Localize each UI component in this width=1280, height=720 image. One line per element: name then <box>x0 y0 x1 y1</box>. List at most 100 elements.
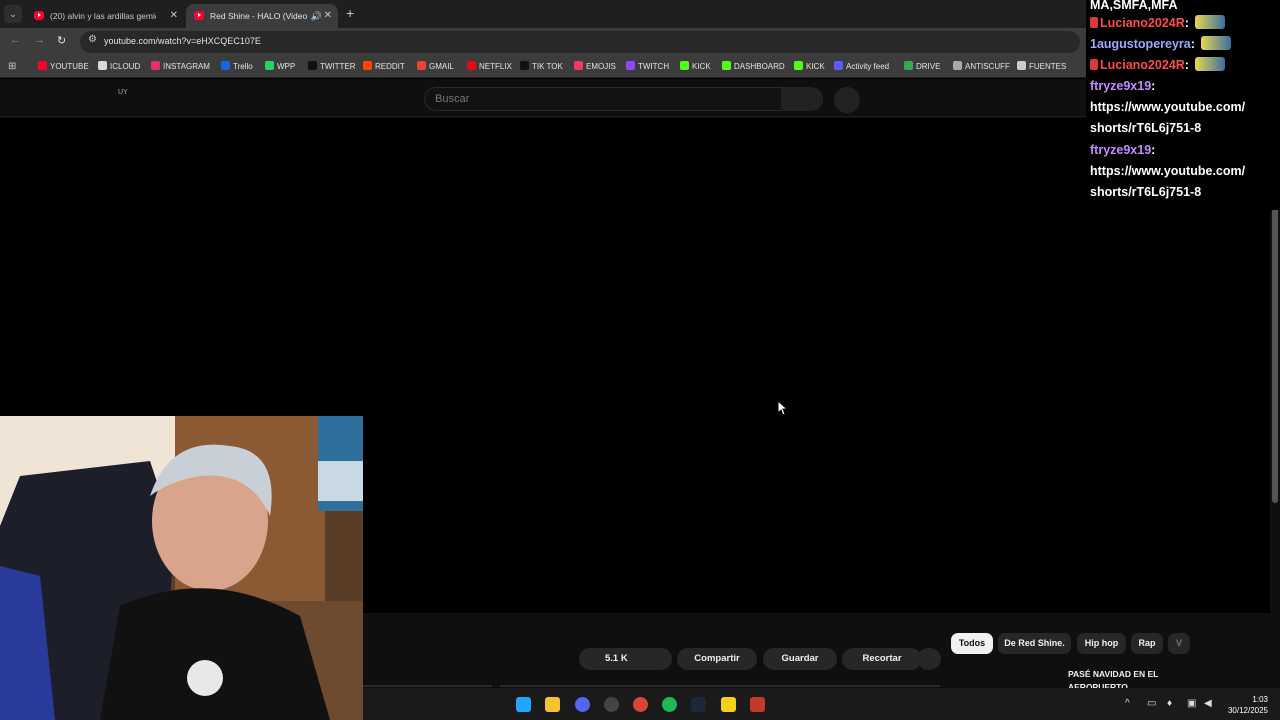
voice-search-button[interactable] <box>834 87 860 113</box>
chat-message-text: shorts/rT6L6j751-8 <box>1090 185 1202 199</box>
chat-message-text: https://www.youtube.com/ <box>1090 164 1246 178</box>
icloud-icon <box>98 61 107 70</box>
chip-more[interactable]: V <box>1168 633 1190 654</box>
bookmark-tik-tok[interactable]: TIK TOK <box>520 60 563 74</box>
bookmark-label: WPP <box>277 62 296 71</box>
windows-taskbar: ^ ▭ ♦ ▣ ◀ 1:03 30/12/2025 <box>363 688 1280 720</box>
country-code: UY <box>118 89 128 96</box>
chat-line: Luciano2024R: <box>1090 57 1225 73</box>
steam-icon[interactable] <box>691 697 706 712</box>
chat-emote-icon <box>1194 57 1225 71</box>
tray-chevron-icon[interactable]: ^ <box>1125 698 1130 709</box>
kick-icon <box>794 61 803 70</box>
tiktok-icon <box>520 61 529 70</box>
chip-rap[interactable]: Rap <box>1131 633 1163 654</box>
youtube-icon <box>38 61 47 70</box>
twitch-icon <box>626 61 635 70</box>
microphone-icon[interactable]: ♦ <box>1167 698 1172 709</box>
new-tab-plus-icon[interactable]: + <box>346 5 354 21</box>
bookmark-trello[interactable]: Trello <box>221 60 253 74</box>
volume-icon[interactable]: ◀ <box>1204 698 1212 709</box>
bookmark-antiscuff[interactable]: ANTISCUFF <box>953 60 1010 74</box>
bookmark-label: TWITTER <box>320 62 356 71</box>
url-text[interactable]: youtube.com/watch?v=eHXCQEC107E <box>104 36 261 46</box>
forward-arrow-icon[interactable]: → <box>34 34 45 46</box>
save-button[interactable]: Guardar <box>763 648 837 670</box>
scrollbar-thumb[interactable] <box>1272 203 1278 503</box>
bookmark-label: REDDIT <box>375 62 405 71</box>
whatsapp-icon <box>265 61 274 70</box>
chip-todos[interactable]: Todos <box>951 633 993 654</box>
search-box[interactable] <box>424 87 782 111</box>
more-actions-button[interactable] <box>917 648 941 670</box>
bookmark-kick[interactable]: KICK <box>794 60 825 74</box>
tab-red-shine[interactable]: Red Shine - HALO (Video O 🔊 ✕ <box>186 4 338 28</box>
file-explorer-icon[interactable] <box>545 697 560 712</box>
globe-icon <box>1017 61 1026 70</box>
bookmark-emojis[interactable]: EMOJIS <box>574 60 616 74</box>
tab-search-button[interactable]: ⌄ <box>4 5 22 23</box>
share-button[interactable]: Compartir <box>677 648 757 670</box>
site-info-icon[interactable]: ⚙ <box>88 34 97 45</box>
flag-icon[interactable]: ▭ <box>1147 698 1156 709</box>
back-arrow-icon[interactable]: ← <box>10 34 21 46</box>
clip-label: Recortar <box>862 653 902 664</box>
bookmark-gmail[interactable]: GMAIL <box>417 60 454 74</box>
bookmark-label: FUENTES <box>1029 62 1067 71</box>
bookmark-icloud[interactable]: ICLOUD <box>98 60 140 74</box>
discord-icon[interactable] <box>575 697 590 712</box>
bookmark-label: EMOJIS <box>586 62 616 71</box>
chat-message: ftryze9x19: https://www.youtube.com/ sho… <box>1090 143 1246 199</box>
chip-hip-hop[interactable]: Hip hop <box>1077 633 1126 654</box>
apps-grid-icon[interactable]: ⊞ <box>8 61 16 72</box>
sticky-notes-icon[interactable] <box>721 697 736 712</box>
bookmark-label: NETFLIX <box>479 62 512 71</box>
system-clock[interactable]: 1:03 30/12/2025 <box>1228 694 1268 716</box>
reload-icon[interactable]: ↻ <box>57 34 66 47</box>
chat-emote-icon <box>1194 15 1225 29</box>
youtube-favicon-icon <box>34 11 44 20</box>
reddit-icon <box>363 61 372 70</box>
speaker-icon[interactable]: 🔊 <box>311 4 322 28</box>
tab-alvin[interactable]: (20) alvin y las ardillas gemidos ✕ <box>26 4 184 28</box>
like-button[interactable]: 5.1 K <box>579 648 672 670</box>
kick-icon <box>722 61 731 70</box>
bookmark-kick[interactable]: KICK <box>680 60 711 74</box>
trello-icon <box>221 61 230 70</box>
bookmark-wpp[interactable]: WPP <box>265 60 295 74</box>
spotify-icon[interactable] <box>662 697 677 712</box>
chat-message: ftryze9x19: https://www.youtube.com/ sho… <box>1090 79 1246 135</box>
bookmark-reddit[interactable]: REDDIT <box>363 60 405 74</box>
bookmark-label: INSTAGRAM <box>163 62 210 71</box>
clock-date: 30/12/2025 <box>1227 706 1268 715</box>
search-input[interactable] <box>425 88 781 110</box>
chat-message-text: shorts/rT6L6j751-8 <box>1090 121 1202 135</box>
share-label: Compartir <box>694 653 740 664</box>
windows-start-icon[interactable] <box>516 697 531 712</box>
chrome-icon[interactable] <box>633 697 648 712</box>
address-bar[interactable]: ⚙ youtube.com/watch?v=eHXCQEC107E <box>80 31 1080 53</box>
bookmark-youtube[interactable]: YOUTUBE <box>38 60 89 74</box>
clock-time: 1:03 <box>1252 695 1268 704</box>
chat-username: Luciano2024R <box>1100 16 1185 30</box>
bookmark-twitter[interactable]: TWITTER <box>308 60 356 74</box>
network-icon[interactable]: ▣ <box>1187 698 1196 709</box>
voicemod-icon[interactable] <box>750 697 765 712</box>
bookmark-instagram[interactable]: INSTAGRAM <box>151 60 210 74</box>
clip-button[interactable]: Recortar <box>842 648 922 670</box>
bookmark-drive[interactable]: DRIVE <box>904 60 940 74</box>
obs-icon[interactable] <box>604 697 619 712</box>
bookmark-label: TIK TOK <box>532 62 563 71</box>
stream-chat-overlay: MA,SMFA,MFA Luciano2024R: 1augustopereyr… <box>1086 0 1280 210</box>
search-button[interactable] <box>781 87 823 111</box>
bookmark-fuentes[interactable]: FUENTES <box>1017 60 1066 74</box>
chat-username: ftryze9x19 <box>1090 143 1152 157</box>
chip-red-shine[interactable]: De Red Shine. <box>998 633 1071 654</box>
bookmark-label: ANTISCUFF <box>965 62 1010 71</box>
tab-close-icon[interactable]: ✕ <box>324 4 332 28</box>
bookmark-dashboard[interactable]: DASHBOARD <box>722 60 785 74</box>
bookmark-twitch[interactable]: TWITCH <box>626 60 669 74</box>
tab-close-icon[interactable]: ✕ <box>170 4 178 28</box>
bookmark-netflix[interactable]: NETFLIX <box>467 60 512 74</box>
bookmark-activity-feed[interactable]: Activity feed <box>834 60 889 74</box>
